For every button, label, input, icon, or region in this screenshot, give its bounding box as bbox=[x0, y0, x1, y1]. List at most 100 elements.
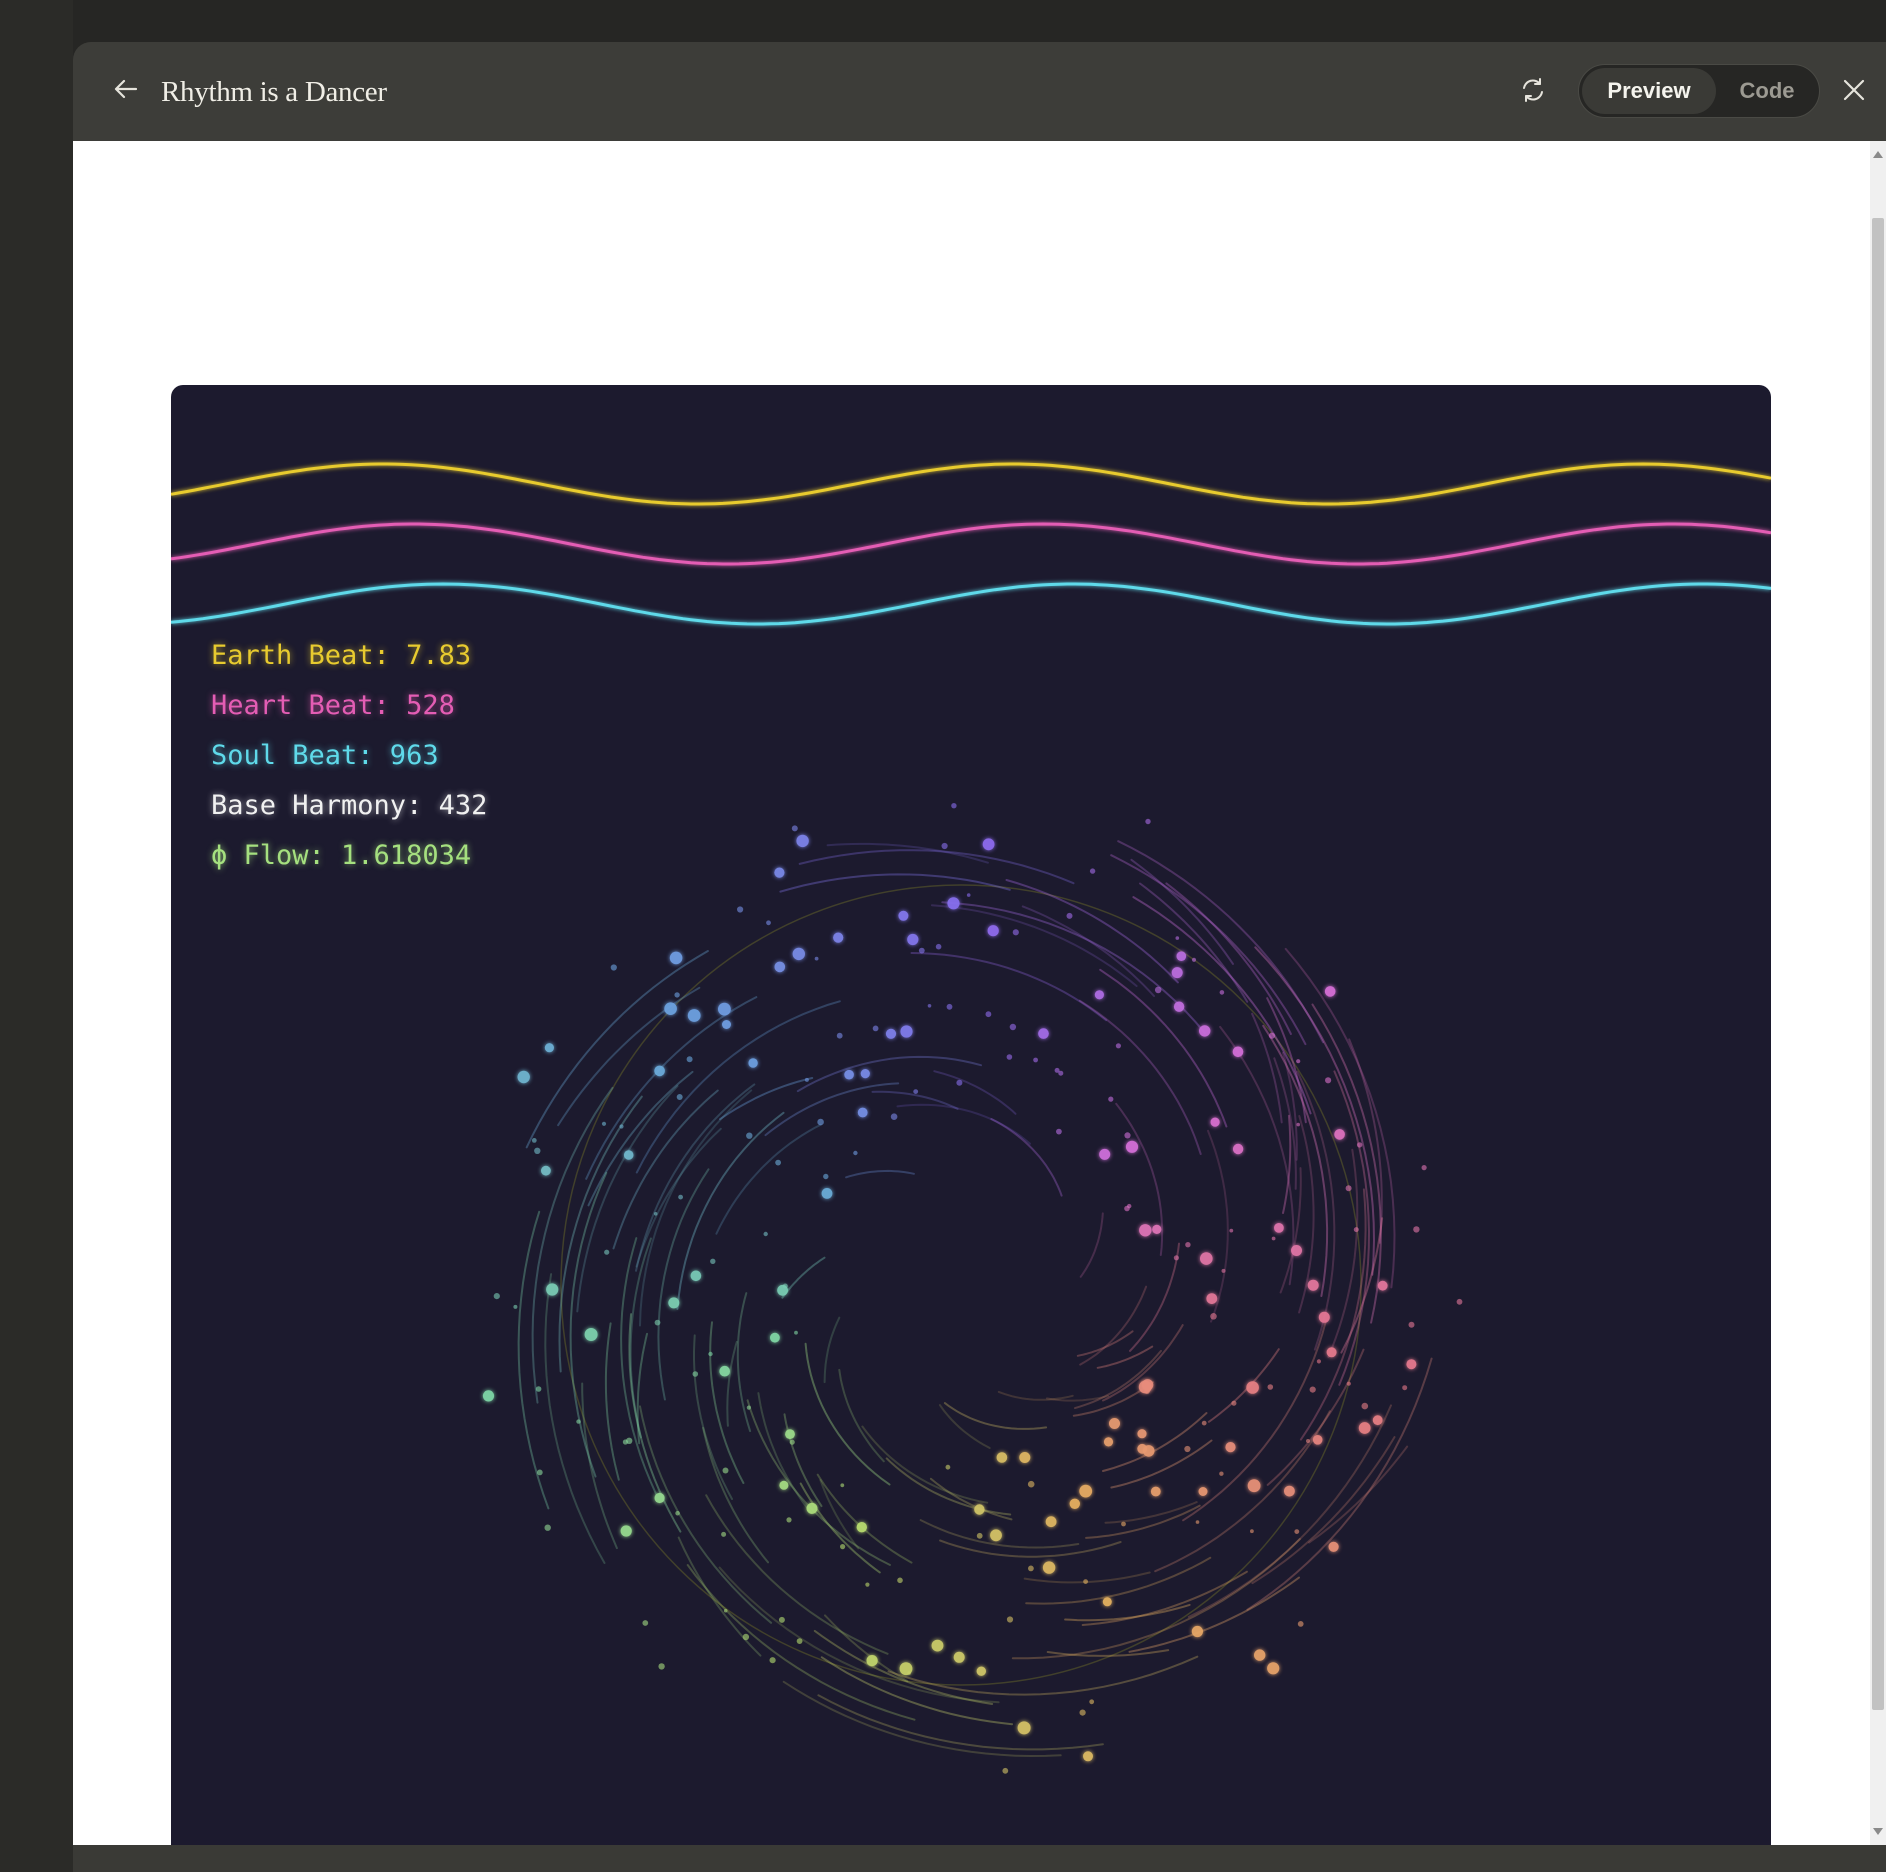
spiral-particle bbox=[1307, 1279, 1319, 1291]
spiral-particle bbox=[1027, 1480, 1035, 1488]
spiral-particle bbox=[742, 1633, 750, 1641]
spiral-trail bbox=[1085, 1504, 1201, 1539]
spiral-trail bbox=[718, 1566, 1000, 1704]
spiral-particle bbox=[976, 1532, 983, 1539]
spiral-particle bbox=[678, 1194, 683, 1200]
spiral-particle bbox=[1152, 1224, 1162, 1234]
scroll-down-arrow-icon[interactable] bbox=[1873, 1828, 1883, 1835]
spiral-trail bbox=[910, 952, 1108, 1022]
spiral-particle bbox=[1079, 1709, 1086, 1716]
spiral-particle bbox=[1171, 967, 1183, 979]
spiral-particle bbox=[1232, 1143, 1244, 1155]
spiral-particle bbox=[626, 1437, 633, 1445]
spiral-particle bbox=[817, 1118, 824, 1126]
spiral-trail bbox=[838, 1368, 885, 1463]
spiral-particle bbox=[669, 951, 683, 965]
spiral-particle bbox=[1268, 1032, 1276, 1039]
spiral-trail bbox=[1021, 905, 1155, 997]
spiral-particle bbox=[1124, 1132, 1131, 1139]
spiral-particle bbox=[1185, 1242, 1191, 1248]
spiral-particle bbox=[1254, 1649, 1266, 1661]
spiral-particle bbox=[1038, 1028, 1049, 1039]
spiral-particle bbox=[674, 992, 680, 998]
refresh-icon bbox=[1519, 76, 1547, 109]
spiral-particle bbox=[746, 1132, 753, 1139]
spiral-trail bbox=[1117, 840, 1325, 1044]
tab-code[interactable]: Code bbox=[1719, 68, 1815, 114]
spiral-particle bbox=[1191, 957, 1197, 962]
spiral-particle bbox=[974, 1504, 985, 1515]
spiral-trail bbox=[544, 1273, 606, 1564]
spiral-particle bbox=[927, 1004, 932, 1008]
spiral-particle bbox=[1413, 1226, 1420, 1233]
spiral-trail bbox=[887, 1655, 1199, 1696]
spiral-particle bbox=[1312, 1435, 1323, 1445]
spiral-trail bbox=[1299, 1188, 1367, 1441]
spiral-particle bbox=[985, 1011, 992, 1018]
base-harmony-label: Base Harmony: 432 bbox=[211, 790, 488, 821]
scroll-thumb[interactable] bbox=[1872, 218, 1884, 1710]
visualization-canvas[interactable]: Earth Beat: 7.83 Heart Beat: 528 Soul Be… bbox=[171, 385, 1771, 1845]
spiral-particle bbox=[1121, 1521, 1126, 1527]
spiral-particle bbox=[1406, 1359, 1417, 1370]
spiral-particle bbox=[840, 1483, 845, 1488]
spiral-trail bbox=[804, 1342, 891, 1486]
spiral-particle bbox=[664, 1002, 677, 1015]
back-button[interactable] bbox=[105, 70, 147, 112]
spiral-trail bbox=[1046, 1649, 1170, 1657]
spiral-particle bbox=[1296, 1059, 1301, 1064]
window-title: Rhythm is a Dancer bbox=[161, 76, 387, 108]
spiral-particle bbox=[774, 961, 786, 973]
spiral-particle bbox=[576, 1419, 581, 1424]
spiral-trail bbox=[1079, 1212, 1104, 1278]
spiral-particle bbox=[953, 1651, 965, 1663]
spiral-particle bbox=[1356, 1142, 1363, 1148]
spiral-particle bbox=[789, 1439, 795, 1445]
spiral-particle bbox=[1108, 1096, 1114, 1102]
spiral-particle bbox=[1094, 990, 1104, 1000]
spiral-trail bbox=[746, 1399, 891, 1566]
desktop-left-strip bbox=[0, 0, 73, 1872]
spiral-trail bbox=[845, 1169, 915, 1179]
spiral-particle bbox=[1173, 1001, 1185, 1012]
spiral-particle bbox=[1229, 1228, 1234, 1233]
spiral-particle bbox=[946, 1003, 953, 1010]
spiral-trail bbox=[990, 1118, 1063, 1197]
spiral-particle bbox=[690, 1270, 702, 1282]
close-icon bbox=[1841, 77, 1867, 108]
spiral-particle bbox=[1103, 1437, 1114, 1447]
spiral-trail bbox=[779, 873, 1011, 893]
spiral-particle bbox=[1006, 1616, 1014, 1623]
spiral-particle bbox=[890, 1113, 898, 1120]
spiral-particle bbox=[1109, 1418, 1120, 1429]
soul-beat-label: Soul Beat: 963 bbox=[211, 740, 439, 771]
spiral-particle bbox=[1145, 818, 1151, 825]
spiral-particle bbox=[833, 932, 844, 943]
spiral-particle bbox=[1002, 1767, 1009, 1774]
spiral-particle bbox=[1138, 1380, 1152, 1394]
spiral-trail bbox=[796, 1055, 982, 1093]
spiral-particle bbox=[860, 1069, 870, 1079]
tab-preview[interactable]: Preview bbox=[1582, 68, 1716, 114]
spiral-particle bbox=[775, 1159, 781, 1166]
spiral-trail bbox=[939, 1539, 1122, 1558]
spiral-particle bbox=[1421, 1165, 1427, 1171]
spiral-trail bbox=[783, 1413, 823, 1508]
spiral-particle bbox=[1334, 1129, 1345, 1140]
spiral-particle bbox=[675, 1510, 680, 1516]
spiral-particle bbox=[1045, 1516, 1057, 1528]
spiral-particle bbox=[1079, 1484, 1093, 1498]
spiral-trail bbox=[941, 901, 1206, 1035]
spiral-particle bbox=[1042, 1561, 1056, 1574]
spiral-trail bbox=[1219, 1025, 1295, 1286]
desktop-top-strip bbox=[0, 0, 1886, 42]
spiral-particle bbox=[865, 1582, 870, 1587]
refresh-button[interactable] bbox=[1513, 72, 1553, 112]
close-button[interactable] bbox=[1834, 72, 1874, 112]
bottom-bar bbox=[73, 1845, 1886, 1872]
scroll-up-arrow-icon[interactable] bbox=[1873, 151, 1883, 158]
spiral-particle bbox=[806, 1502, 818, 1514]
vertical-scrollbar[interactable] bbox=[1870, 141, 1886, 1845]
spiral-particle bbox=[493, 1293, 500, 1300]
spiral-trail bbox=[1132, 896, 1312, 1115]
